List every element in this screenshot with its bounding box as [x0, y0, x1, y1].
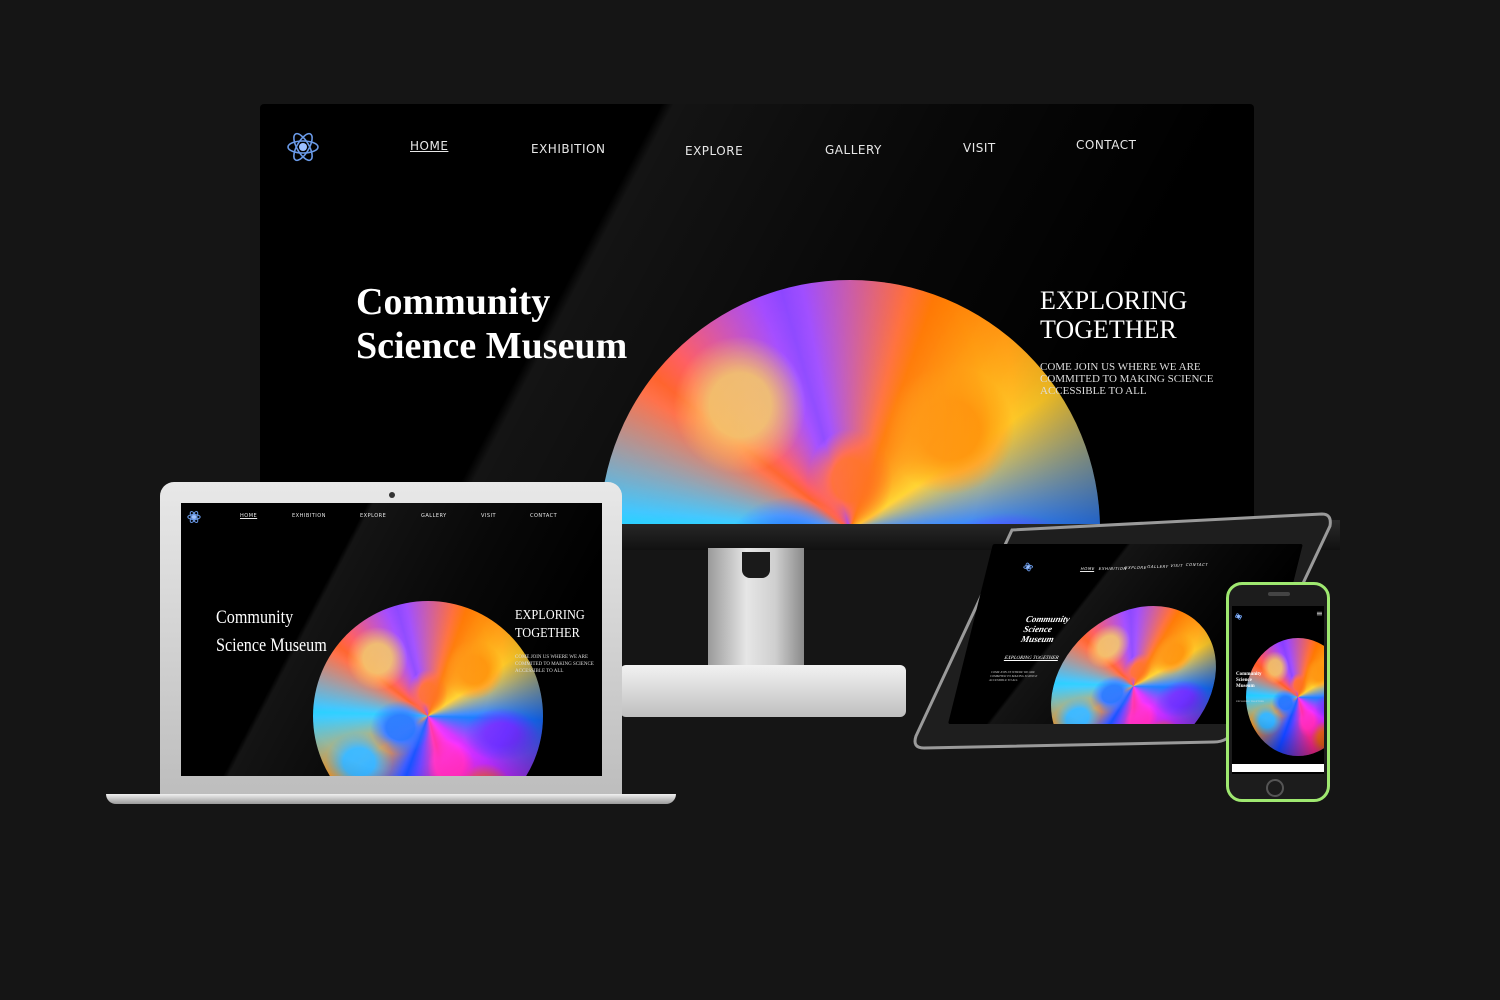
planet-image [1246, 638, 1324, 756]
nav-gallery[interactable]: GALLERY [825, 143, 882, 157]
hero-title-line1: Community [216, 607, 294, 628]
hero-tagline-line2: TOGETHER [515, 626, 580, 641]
planet-image [600, 280, 1100, 524]
nav-visit[interactable]: VISIT [481, 513, 496, 519]
hero-title-line3: Museum [1019, 634, 1055, 644]
nav-explore[interactable]: EXPLORE [685, 144, 743, 158]
nav-gallery[interactable]: GALLERY [421, 513, 447, 519]
nav-home[interactable]: HOME [410, 139, 448, 153]
hero-body-line3: ACCESSIBLE TO ALL [1040, 385, 1147, 397]
nav-explore[interactable]: EXPLORE [1124, 565, 1147, 570]
laptop-camera [389, 492, 395, 498]
nav-visit[interactable]: VISIT [963, 141, 996, 155]
hero-body-line2: COMMITED TO MAKING SCIENCE [1040, 373, 1214, 385]
hero-tagline: EXPLORING TOGETHER [1040, 286, 1187, 344]
laptop-base [106, 794, 676, 804]
monitor-screen: HOME EXHIBITION EXPLORE GALLERY VISIT CO… [260, 104, 1254, 524]
white-bar [1232, 764, 1324, 772]
hero-tagline-line1: EXPLORING [1040, 286, 1188, 315]
atom-logo-icon[interactable] [187, 510, 201, 524]
nav-home[interactable]: HOME [240, 513, 257, 519]
hero-body: COME JOIN US WHERE WE ARE COMMITED TO MA… [988, 670, 1038, 682]
nav-exhibition[interactable]: EXHIBITION [292, 513, 326, 519]
hero-title: Community Science Museum [1236, 672, 1262, 690]
hero-body-line3: ACCESSIBLE TO ALL [515, 669, 564, 674]
atom-logo-icon[interactable] [286, 130, 320, 164]
hero-body-line3: ACCESSIBLE TO ALL [988, 678, 1019, 682]
nav-gallery[interactable]: GALLERY [1147, 564, 1170, 569]
nav-contact[interactable]: CONTACT [530, 513, 557, 519]
hero-title: Community Science Museum [356, 280, 627, 368]
hero-body: COME JOIN US WHERE WE ARE COMMITED TO MA… [1040, 361, 1213, 397]
hero-body-line1: COME JOIN US WHERE WE ARE [1040, 361, 1201, 373]
hero-body-line2: COMMITED TO MAKING SCIENCE [515, 662, 594, 667]
hero-title-line3: Museum [1236, 684, 1255, 689]
nav-explore[interactable]: EXPLORE [360, 513, 386, 519]
atom-logo-icon[interactable] [1235, 613, 1242, 620]
hero-tagline: EXPLORING TOGETHER [515, 607, 585, 643]
hero-tagline: EXPLORING TOGETHER [1003, 656, 1059, 661]
hero-tagline: EXPLORING TOGETHER [1236, 700, 1264, 703]
hero-tagline-line2: TOGETHER [1040, 315, 1177, 344]
hero-title-line2: Science Museum [216, 635, 327, 656]
monitor-base [620, 665, 906, 717]
hero-tagline-line1: EXPLORING [515, 608, 585, 623]
nav-exhibition[interactable]: EXHIBITION [531, 142, 605, 156]
laptop-screen: HOME EXHIBITION EXPLORE GALLERY VISIT CO… [181, 503, 602, 776]
nav-contact[interactable]: CONTACT [1185, 562, 1209, 567]
hero-body: COME JOIN US WHERE WE ARE COMMITED TO MA… [515, 654, 594, 675]
hero-title: Community Science Museum [1020, 614, 1071, 644]
hero-title-line2: Science Museum [356, 325, 628, 367]
hero-title-line1: Community [1024, 614, 1071, 624]
hamburger-menu-icon[interactable]: ≡ [1316, 609, 1323, 618]
atom-logo-icon[interactable] [1022, 562, 1034, 572]
nav-home[interactable]: HOME [1080, 566, 1095, 571]
nav-contact[interactable]: CONTACT [1076, 138, 1136, 152]
phone-speaker [1268, 592, 1290, 596]
nav-exhibition[interactable]: EXHIBITION [1098, 566, 1127, 571]
phone-home-button[interactable] [1266, 779, 1284, 797]
hero-title-line2: Science [1022, 624, 1054, 634]
hero-body-line1: COME JOIN US WHERE WE ARE [515, 655, 589, 660]
phone-screen: ≡ Community Science Museum EXPLORING TOG… [1232, 606, 1324, 774]
hero-title: Community Science Museum [216, 604, 327, 660]
hero-title-line1: Community [356, 281, 551, 323]
nav-visit[interactable]: VISIT [1170, 563, 1184, 568]
planet-image [313, 601, 543, 776]
monitor-stand-notch [742, 552, 770, 578]
